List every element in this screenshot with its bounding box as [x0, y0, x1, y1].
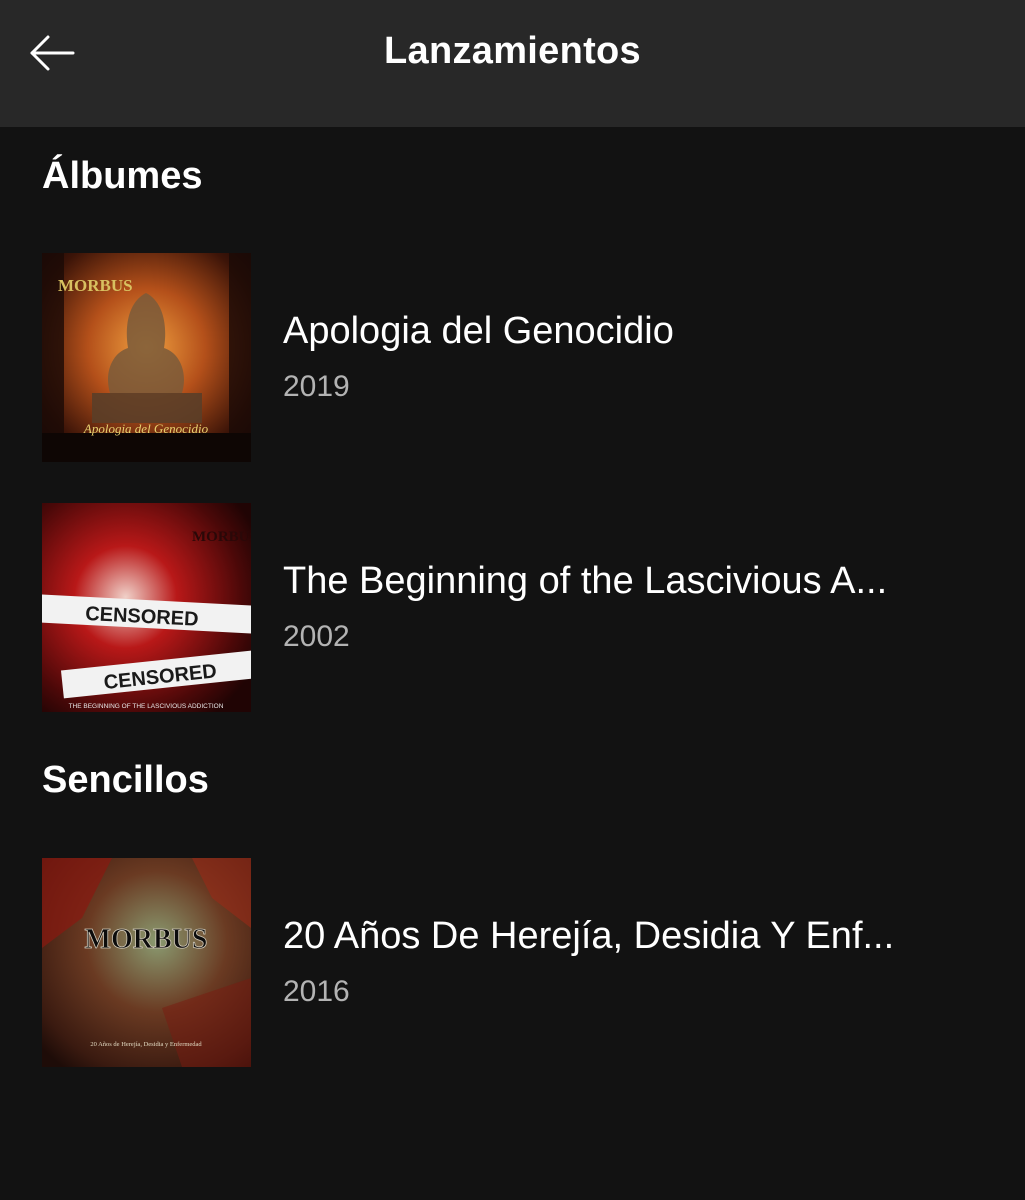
release-title: Apologia del Genocidio [283, 310, 674, 352]
cover-caption: 20 Años de Herejía, Desidia y Enfermedad [90, 1041, 202, 1048]
album-cover: Apologia del Genocidio MORBUS [42, 253, 251, 462]
album-cover: MORBUS CENSORED CENSORED THE BEGINNING O… [42, 503, 251, 712]
release-item-apologia[interactable]: Apologia del Genocidio MORBUS Apologia d… [0, 253, 1025, 463]
release-year: 2019 [283, 370, 350, 403]
cover-title-text: Apologia del Genocidio [83, 421, 209, 436]
section-heading-singles: Sencillos [42, 759, 209, 801]
release-title: The Beginning of the Lascivious A... [283, 560, 888, 602]
release-item-beginning[interactable]: MORBUS CENSORED CENSORED THE BEGINNING O… [0, 503, 1025, 713]
top-bar: Lanzamientos [0, 0, 1025, 127]
release-year: 2002 [283, 620, 350, 653]
release-year: 2016 [283, 975, 350, 1008]
single-cover: MORBUS 20 Años de Herejía, Desidia y Enf… [42, 858, 251, 1067]
cover-logo-text: MORBUS [85, 924, 208, 955]
cover-caption: THE BEGINNING OF THE LASCIVIOUS ADDICTIO… [69, 703, 224, 710]
release-title: 20 Años De Herejía, Desidia Y Enf... [283, 915, 895, 957]
section-heading-albums: Álbumes [42, 155, 203, 197]
cover-logo-text: MORBUS [192, 529, 251, 545]
release-item-20-anos[interactable]: MORBUS 20 Años de Herejía, Desidia y Enf… [0, 858, 1025, 1068]
page-title: Lanzamientos [384, 30, 641, 72]
cover-logo-text: MORBUS [58, 276, 133, 295]
